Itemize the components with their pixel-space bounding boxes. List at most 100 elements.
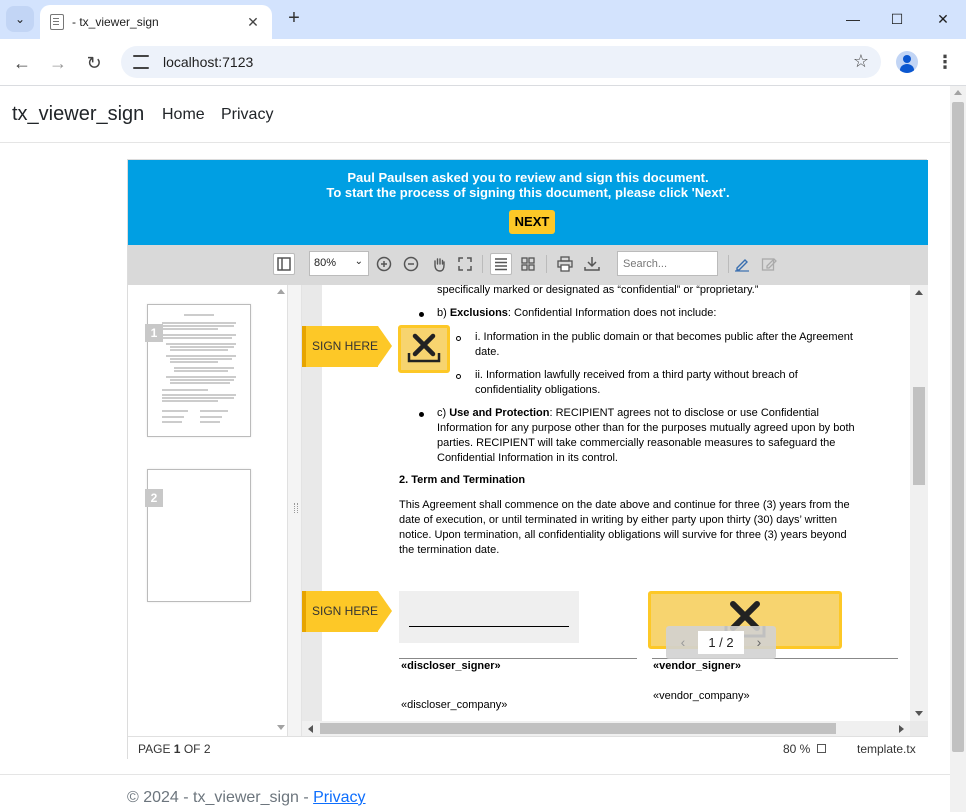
- single-page-view-icon[interactable]: [490, 253, 512, 275]
- previous-page-icon[interactable]: ‹: [674, 633, 692, 651]
- new-tab-button[interactable]: +: [282, 7, 306, 31]
- grid-view-icon[interactable]: [517, 253, 539, 275]
- section-heading: 2. Term and Termination: [399, 474, 526, 486]
- toolbar-divider: [546, 255, 547, 273]
- doc-text: specifically marked or designated as “co…: [437, 285, 759, 296]
- scroll-left-arrow-icon[interactable]: [308, 725, 313, 733]
- next-button[interactable]: NEXT: [509, 210, 555, 234]
- doc-text: parties. RECIPIENT will take commerciall…: [437, 437, 836, 449]
- scroll-down-arrow-icon[interactable]: [277, 725, 285, 730]
- doc-text: confidentiality obligations.: [475, 384, 601, 396]
- chevron-down-icon: ⌄: [14, 12, 26, 26]
- sign-here-flag[interactable]: SIGN HERE: [302, 326, 392, 367]
- toolbar-divider: [728, 255, 729, 273]
- download-icon[interactable]: [581, 253, 603, 275]
- site-navbar: tx_viewer_sign Home Privacy: [0, 86, 950, 143]
- chevron-down-icon: ⌄: [354, 256, 363, 267]
- scroll-thumb[interactable]: [952, 102, 964, 752]
- footer-text: © 2024 - tx_viewer_sign - Privacy: [127, 789, 366, 806]
- discloser-signer-field: «discloser_signer»: [401, 660, 501, 672]
- back-button[interactable]: ←: [8, 49, 36, 77]
- banner-message: Paul Paulsen asked you to review and sig…: [347, 170, 709, 185]
- zoom-in-icon[interactable]: [373, 253, 395, 275]
- signature-line: [409, 626, 569, 627]
- doc-text: date of execution, or until terminated i…: [399, 514, 837, 526]
- search-input[interactable]: Search...: [617, 251, 718, 276]
- browser-tab[interactable]: - tx_viewer_sign ✕: [40, 5, 272, 39]
- browser-toolbar: ← → ↻ localhost:7123 ☆ ⋮: [0, 39, 966, 86]
- scroll-right-arrow-icon[interactable]: [899, 725, 904, 733]
- sign-pen-icon[interactable]: [731, 253, 753, 275]
- browser-menu-icon[interactable]: ⋮: [936, 51, 954, 73]
- reload-button[interactable]: ↻: [80, 49, 108, 77]
- page-favicon-icon: [50, 14, 64, 30]
- tab-search-button[interactable]: ⌄: [6, 6, 34, 32]
- doc-text: ii. Information lawfully received from a…: [475, 369, 798, 381]
- browser-tabstrip: ⌄ - tx_viewer_sign ✕ + — ☐ ✕: [0, 0, 966, 39]
- page-scrollbar[interactable]: [950, 86, 966, 812]
- fit-page-icon[interactable]: [454, 253, 476, 275]
- doc-text: notice. Upon termination, all confidenti…: [399, 529, 847, 541]
- bookmark-star-icon[interactable]: ☆: [853, 51, 869, 72]
- sign-x-icon: [407, 333, 441, 363]
- next-page-icon[interactable]: ›: [750, 633, 768, 651]
- page-number-field[interactable]: 1 / 2: [698, 631, 744, 654]
- minimize-button[interactable]: —: [830, 6, 876, 32]
- viewer-toolbar: 80% ⌄ Search...: [128, 245, 928, 285]
- profile-avatar-icon[interactable]: [896, 51, 918, 73]
- maximize-button[interactable]: ☐: [874, 6, 920, 32]
- page-status: PAGE 1 OF 2: [138, 742, 211, 756]
- doc-text: date.: [475, 346, 500, 358]
- hand-tool-icon[interactable]: [428, 253, 450, 275]
- site-info-icon[interactable]: [133, 55, 149, 69]
- signature-box-initial[interactable]: [398, 325, 450, 373]
- thumbnail-page-number: 1: [145, 324, 163, 342]
- bullet: [419, 312, 424, 317]
- document-viewer: Paul Paulsen asked you to review and sig…: [127, 159, 928, 760]
- thumbnail-page-number: 2: [145, 489, 163, 507]
- web-page: tx_viewer_sign Home Privacy Paul Paulsen…: [0, 86, 950, 812]
- zoom-out-icon[interactable]: [400, 253, 422, 275]
- scroll-down-arrow-icon[interactable]: [915, 711, 923, 716]
- thumbnails-scrollbar[interactable]: [274, 285, 288, 736]
- edit-form-icon[interactable]: [758, 253, 780, 275]
- vendor-signer-field: «vendor_signer»: [653, 660, 742, 672]
- sign-here-flag[interactable]: SIGN HERE: [302, 591, 392, 632]
- window-close-button[interactable]: ✕: [920, 6, 966, 32]
- url-text[interactable]: localhost:7123: [163, 54, 253, 70]
- document-area: specifically marked or designated as “co…: [302, 285, 928, 736]
- scroll-up-arrow-icon[interactable]: [277, 289, 285, 294]
- toolbar-divider: [482, 255, 483, 273]
- doc-text: Information for any purpose other than f…: [437, 422, 855, 434]
- viewer-statusbar: PAGE 1 OF 2 80 % template.tx: [128, 736, 928, 760]
- forward-button[interactable]: →: [44, 49, 72, 77]
- pane-splitter[interactable]: [288, 285, 302, 736]
- signature-field-discloser[interactable]: [399, 591, 579, 643]
- bullet: [419, 412, 424, 417]
- sub-bullet: [456, 374, 461, 379]
- site-footer: © 2024 - tx_viewer_sign - Privacy: [0, 774, 950, 806]
- scroll-up-arrow-icon[interactable]: [915, 290, 923, 295]
- thumbnails-pane: 1 2: [128, 285, 288, 736]
- nav-home-link[interactable]: Home: [162, 106, 205, 124]
- print-icon[interactable]: [554, 253, 576, 275]
- doc-text: b) Exclusions: Confidential Information …: [437, 307, 717, 319]
- zoom-value: 80%: [314, 257, 337, 269]
- zoom-status: 80 %: [783, 742, 811, 756]
- close-icon[interactable]: ✕: [244, 14, 262, 31]
- site-brand[interactable]: tx_viewer_sign: [12, 103, 144, 126]
- scroll-up-arrow-icon[interactable]: [954, 90, 962, 95]
- toggle-sidebar-icon[interactable]: [273, 253, 295, 275]
- doc-text: Confidential Information in its control.: [437, 452, 618, 464]
- scroll-thumb[interactable]: [320, 723, 836, 734]
- doc-text: i. Information in the public domain or t…: [475, 331, 853, 343]
- address-bar[interactable]: localhost:7123 ☆: [121, 46, 881, 78]
- document-vertical-scrollbar[interactable]: [910, 285, 928, 721]
- signing-banner: Paul Paulsen asked you to review and sig…: [128, 160, 928, 245]
- doc-text: This Agreement shall commence on the dat…: [399, 499, 850, 511]
- document-horizontal-scrollbar[interactable]: [302, 721, 910, 736]
- nav-privacy-link[interactable]: Privacy: [221, 106, 273, 124]
- scroll-thumb[interactable]: [913, 387, 925, 485]
- footer-privacy-link[interactable]: Privacy: [313, 789, 365, 806]
- zoom-select[interactable]: 80% ⌄: [309, 251, 369, 276]
